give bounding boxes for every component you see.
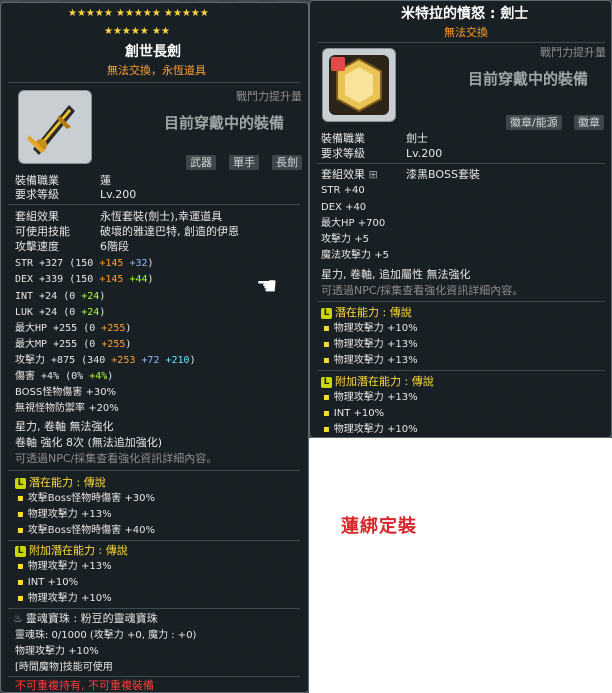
legendary-badge-icon: L <box>15 545 26 557</box>
potential-line: ▪ 物理攻擊力 +10% <box>323 323 418 334</box>
divider <box>317 42 605 43</box>
npc-info-hint: 可透過NPC/採集查看強化資訊詳細內容。 <box>321 284 524 297</box>
attack-speed-label: 攻擊速度 <box>15 240 59 253</box>
tag-badge: 徽章 <box>574 115 604 130</box>
legendary-badge-icon: L <box>321 307 332 319</box>
potential-line: ▪ 攻擊Boss怪物時傷害 +30% <box>17 493 155 504</box>
additional-potential-line: ▪ 物理攻擊力 +10% <box>17 593 112 604</box>
divider <box>8 608 300 609</box>
divider <box>8 470 300 471</box>
skill-value: 破壞的雅達巴特, 創造的伊恩 <box>100 225 239 238</box>
stat-row-str: STR +40 <box>321 185 365 196</box>
divider <box>8 676 300 677</box>
stat-row-dex: DEX +339 (150 +145 +44) <box>15 274 154 285</box>
soul-weapon-line: ♨ 靈魂寶珠 : 粉豆的靈魂寶珠 <box>13 612 158 625</box>
job-value: 劍士 <box>406 132 428 145</box>
combat-power-label: 戰鬥力提升量 <box>540 46 606 59</box>
level-value: Lv.200 <box>406 147 443 160</box>
skill-label: 可使用技能 <box>15 225 70 238</box>
item-name: 米特拉的憤怒 : 劍士 <box>401 6 529 22</box>
currently-equipped-label: 目前穿戴中的裝備 <box>164 114 285 132</box>
sword-icon <box>27 105 75 155</box>
stat-row-dex: DEX +40 <box>321 202 367 213</box>
item-trade-tag: 無法交換，永恆道具 <box>107 64 206 77</box>
star-force-status: 星力, 卷軸, 追加屬性 無法強化 <box>321 268 471 281</box>
set-effect-value: 永恆套裝(劍士),幸運道具 <box>100 210 223 223</box>
item-trade-tag: 無法交換 <box>444 26 488 39</box>
divider <box>317 163 605 164</box>
additional-potential-line: ▪ 物理攻擊力 +10% <box>323 424 418 435</box>
divider <box>317 370 605 371</box>
additional-potential-line: ▪ 物理攻擊力 +13% <box>323 392 418 403</box>
item-name: 創世長劍 <box>125 44 181 60</box>
stat-row-attack: 攻擊力 +5 <box>321 234 369 245</box>
stat-row-boss-damage: BOSS怪物傷害 +30% <box>15 387 117 398</box>
soul-flame-icon: ♨ <box>13 612 23 625</box>
tag-one-hand: 單手 <box>229 155 259 170</box>
potential-line: ▪ 攻擊Boss怪物時傷害 +40% <box>17 525 155 536</box>
lock-icon: ⊞ <box>368 168 378 181</box>
bound-equipment-annotation: 蓮綁定裝 <box>341 516 417 537</box>
set-effect-value: 漆黑BOSS套裝 <box>406 168 480 181</box>
job-value: 蓮 <box>100 174 111 187</box>
stat-row-attack: 攻擊力 +875 (340 +253 +72 +210) <box>15 355 196 366</box>
additional-potential-line: ▪ INT +10% <box>17 577 79 588</box>
stat-row-damage: 傷害 +4% (0% +4%) <box>15 371 114 382</box>
legendary-badge-icon: L <box>15 477 26 489</box>
scroll-status: 卷軸 強化 8次 (無法追加強化) <box>15 436 163 449</box>
divider <box>8 204 300 205</box>
set-effect-label: 套組效果 <box>15 210 59 223</box>
npc-info-hint: 可透過NPC/採集查看強化資訊詳細內容。 <box>15 452 218 465</box>
stat-row-ignore-defense: 無視怪物防禦率 +20% <box>15 403 119 414</box>
soul-orb-line: 靈魂珠: 0/1000 (攻擊力 +0, 魔力 : +0) <box>15 630 197 641</box>
legendary-badge-icon: L <box>321 376 332 388</box>
stat-row-max-mp: 最大MP +255 (0 +255) <box>15 339 132 350</box>
divider <box>8 82 300 83</box>
star-force-row-2: ★★★★★ ★★ <box>104 26 170 37</box>
potential-line: ▪ 物理攻擊力 +13% <box>323 355 418 366</box>
attack-speed-value: 6階段 <box>100 240 129 253</box>
divider <box>8 540 300 541</box>
soul-attack-line: 物理攻擊力 +10% <box>15 646 99 657</box>
emblem-icon <box>329 55 389 115</box>
tag-long-sword: 長劍 <box>272 155 302 170</box>
potential-title: L 潛在能力 : 傳說 <box>15 476 106 489</box>
combat-power-label: 戰鬥力提升量 <box>236 90 302 103</box>
item-icon <box>18 90 92 164</box>
potential-title: L 潛在能力 : 傳說 <box>321 306 412 319</box>
level-label: 要求等級 <box>15 188 59 201</box>
hand-cursor-icon: ☚ <box>256 272 278 300</box>
job-label: 裝備職業 <box>321 132 365 145</box>
star-force-status: 星力, 卷軸 無法強化 <box>15 420 114 433</box>
star-force-row-1: ★★★★★ ★★★★★ ★★★★★ <box>68 8 209 19</box>
divider <box>317 301 605 302</box>
additional-potential-line: ▪ 物理攻擊力 +13% <box>17 561 112 572</box>
soul-skill-line: [時間魔物]技能可使用 <box>15 662 113 673</box>
additional-potential-title: L 附加潛在能力 : 傳說 <box>15 544 128 557</box>
item-icon <box>322 48 396 122</box>
stat-row-magic-attack: 魔法攻擊力 +5 <box>321 250 389 261</box>
currently-equipped-label: 目前穿戴中的裝備 <box>468 70 589 88</box>
stat-row-str: STR +327 (150 +145 +32) <box>15 258 154 269</box>
stat-row-luk: LUK +24 (0 +24) <box>15 307 106 318</box>
potential-line: ▪ 物理攻擊力 +13% <box>17 509 112 520</box>
level-value: Lv.200 <box>100 188 137 201</box>
set-effect-label: 套組效果 ⊞ <box>321 168 378 181</box>
stat-row-max-hp: 最大HP +255 (0 +255) <box>15 323 132 334</box>
stat-row-max-hp: 最大HP +700 <box>321 218 386 229</box>
tag-weapon: 武器 <box>186 155 216 170</box>
additional-potential-line: ▪ INT +10% <box>323 408 385 419</box>
footer-warning: 不可重複持有, 不可重複裝備 <box>15 679 154 692</box>
tag-badge-energy: 徽章/能源 <box>506 115 562 130</box>
level-label: 要求等級 <box>321 147 365 160</box>
potential-line: ▪ 物理攻擊力 +13% <box>323 339 418 350</box>
additional-potential-title: L 附加潛在能力 : 傳說 <box>321 375 434 388</box>
stat-row-int: INT +24 (0 +24) <box>15 291 106 302</box>
job-label: 裝備職業 <box>15 174 59 187</box>
